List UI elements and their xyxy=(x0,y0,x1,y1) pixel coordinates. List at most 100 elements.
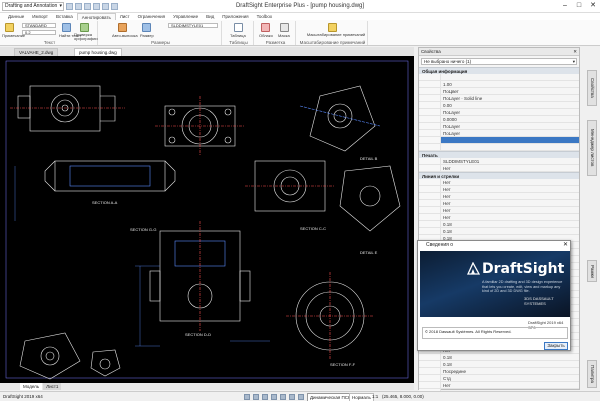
ortho-icon[interactable] xyxy=(262,394,268,400)
tab-apps[interactable]: Приложения xyxy=(218,13,252,20)
property-value[interactable]: Нет xyxy=(441,200,579,206)
property-section-header[interactable]: Общая информация xyxy=(419,67,579,74)
lineweight-icon[interactable] xyxy=(298,394,304,400)
property-section-header[interactable]: Линия и стрелки xyxy=(419,172,579,179)
property-row[interactable]: ПоЦвет xyxy=(419,88,579,95)
property-row[interactable]: Нет xyxy=(419,200,579,207)
tab-view[interactable]: Вид xyxy=(202,13,218,20)
property-value[interactable]: 0.00 xyxy=(441,102,579,108)
property-value[interactable]: Нет xyxy=(441,382,579,388)
doc-tab-pump-housing[interactable]: pump housing.dwg xyxy=(74,48,122,56)
spellcheck-icon[interactable] xyxy=(80,23,89,32)
property-row[interactable]: ПоLayer xyxy=(419,123,579,130)
property-value[interactable] xyxy=(441,144,579,150)
property-value[interactable]: SLDDIMSTYLE01 xyxy=(441,158,579,164)
property-value[interactable]: 0.18 xyxy=(441,221,579,227)
property-row[interactable]: ПоLayer xyxy=(419,130,579,137)
panel-close-icon[interactable]: ✕ xyxy=(573,49,577,55)
snap-icon[interactable] xyxy=(244,394,250,400)
property-value[interactable]: ПоLayer xyxy=(441,123,579,129)
property-value[interactable]: ПоLayer · Solid line xyxy=(441,95,579,101)
table-icon[interactable] xyxy=(234,23,243,32)
property-value[interactable]: Нет xyxy=(441,214,579,220)
property-value[interactable]: 0.18 xyxy=(441,354,579,360)
property-value[interactable]: 0.0000 xyxy=(441,116,579,122)
property-row[interactable]: Нет xyxy=(419,382,579,389)
property-value[interactable]: Нет xyxy=(441,193,579,199)
tab-insert[interactable]: Вставка xyxy=(52,13,77,20)
side-tab-palette[interactable]: Палитра xyxy=(587,360,597,388)
scale-readout[interactable]: 1:1 xyxy=(372,394,378,399)
property-row[interactable]: 0.18 xyxy=(419,228,579,235)
tab-import[interactable]: Импорт xyxy=(28,13,52,20)
property-value[interactable]: 1.00 xyxy=(441,81,579,87)
tab-sheet[interactable]: Лист xyxy=(116,13,134,20)
about-close-button[interactable]: Закрыть xyxy=(544,342,568,350)
property-value[interactable]: 0.18 xyxy=(441,361,579,367)
property-value[interactable]: ПоLayer xyxy=(441,130,579,136)
property-row[interactable]: Нет xyxy=(419,193,579,200)
doc-tab-valvahe[interactable]: VALVAHE_2.dwg xyxy=(14,48,59,56)
property-value[interactable]: Нет xyxy=(441,207,579,213)
tab-manage[interactable]: Управление xyxy=(169,13,202,20)
property-section-header[interactable]: Печать xyxy=(419,151,579,158)
property-value[interactable]: Стд xyxy=(441,375,579,381)
maximize-button[interactable]: □ xyxy=(572,0,586,12)
property-row[interactable]: 0.18 xyxy=(419,361,579,368)
property-row[interactable]: 0.0000 xyxy=(419,116,579,123)
close-window-button[interactable]: ✕ xyxy=(586,0,600,12)
property-value[interactable] xyxy=(441,74,579,80)
esnap-icon[interactable] xyxy=(280,394,286,400)
property-value[interactable]: ПоЦвет xyxy=(441,88,579,94)
property-row[interactable]: Стд xyxy=(419,375,579,382)
property-row[interactable]: Нет xyxy=(419,165,579,172)
property-value[interactable]: Нет xyxy=(441,179,579,185)
side-tab-frames[interactable]: Рамки xyxy=(587,260,597,282)
note-icon[interactable] xyxy=(5,23,14,32)
property-row[interactable]: 0.00 xyxy=(419,102,579,109)
property-row[interactable]: Нет xyxy=(419,207,579,214)
text-size-select[interactable]: 0.2 xyxy=(22,30,56,35)
property-row[interactable] xyxy=(419,137,579,144)
layout-tab-sheet1[interactable]: Лист1 xyxy=(43,383,62,390)
property-row[interactable]: Посредине xyxy=(419,368,579,375)
annotation-select[interactable]: Нормаль xyxy=(349,393,374,401)
property-row[interactable]: Нет xyxy=(419,186,579,193)
auto-leader-icon[interactable] xyxy=(118,23,127,32)
dim-style-select[interactable]: SLDDIMSTYLE01 xyxy=(168,23,218,28)
text-style-select[interactable]: STANDARD xyxy=(22,23,56,28)
tab-constraints[interactable]: Ограничения xyxy=(134,13,169,20)
cloud-icon[interactable] xyxy=(261,23,270,32)
drawing-canvas[interactable]: SECTION A-A SECTION C-C DETAIL B DETAIL … xyxy=(0,56,414,383)
tab-toolbox[interactable]: Toolbox xyxy=(253,13,277,20)
property-row[interactable] xyxy=(419,144,579,151)
selection-select[interactable]: Не выбрано ничего (1) xyxy=(421,58,577,65)
polar-icon[interactable] xyxy=(271,394,277,400)
property-value[interactable]: Посредине xyxy=(441,368,579,374)
property-row[interactable]: 0.18 xyxy=(419,354,579,361)
tab-annotate[interactable]: Аннотировать xyxy=(76,13,116,20)
minimize-button[interactable]: – xyxy=(558,0,572,12)
property-row[interactable]: 1.00 xyxy=(419,81,579,88)
property-row[interactable] xyxy=(419,74,579,81)
side-tab-properties[interactable]: Свойства xyxy=(587,70,597,106)
annotation-scale-icon[interactable] xyxy=(328,23,337,32)
grid-icon[interactable] xyxy=(253,394,259,400)
property-row[interactable]: 0.18 xyxy=(419,221,579,228)
property-row[interactable]: ПоLayer · Solid line xyxy=(419,95,579,102)
property-value[interactable] xyxy=(441,137,579,143)
layout-tab-model[interactable]: Модель xyxy=(20,383,43,390)
tab-data[interactable]: Данные xyxy=(4,13,28,20)
mask-icon[interactable] xyxy=(280,23,289,32)
property-value[interactable]: ПоLayer xyxy=(441,109,579,115)
dynamic-ucs-button[interactable]: Динамическая ПСК xyxy=(307,393,354,401)
property-value[interactable]: Нет xyxy=(441,165,579,171)
etrack-icon[interactable] xyxy=(289,394,295,400)
property-row[interactable]: Нет xyxy=(419,179,579,186)
side-tab-sheet-manager[interactable]: Менеджер листов xyxy=(587,120,597,176)
about-close-icon[interactable]: ✕ xyxy=(563,241,568,250)
property-value[interactable]: Нет xyxy=(441,186,579,192)
property-value[interactable]: 0.18 xyxy=(441,228,579,234)
dimension-icon[interactable] xyxy=(142,23,151,32)
property-row[interactable]: ПоLayer xyxy=(419,109,579,116)
